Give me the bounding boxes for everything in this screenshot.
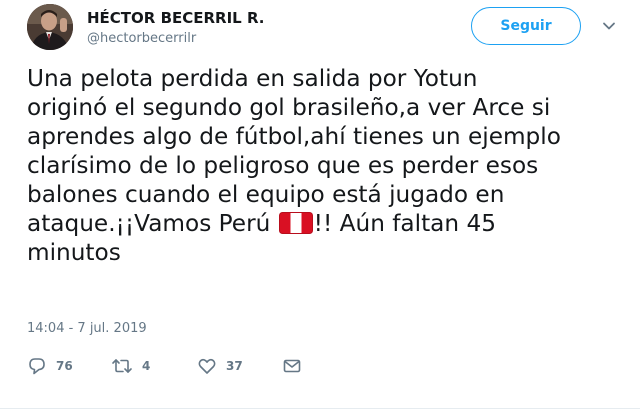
retweet-count: 4 (142, 359, 151, 373)
tweet-text-line-6: ataque.¡¡Vamos Perú !! Aún faltan 45 (27, 209, 627, 238)
chevron-down-icon[interactable] (601, 18, 617, 34)
avatar-photo (27, 4, 73, 50)
follow-button[interactable]: Seguir (471, 7, 581, 45)
tweet-text: Una pelota perdida en salida por Yotun o… (27, 64, 627, 267)
tweet-card: HÉCTOR BECERRIL R. @hectorbecerrilr Segu… (0, 0, 640, 409)
tweet-timestamp[interactable]: 14:04 - 7 jul. 2019 (27, 321, 147, 336)
reply-button[interactable]: 76 (27, 354, 73, 378)
tweet-text-segment: ataque.¡¡Vamos Perú (27, 210, 278, 237)
tweet-text-line: clarísimo de lo peligroso que es perder … (27, 152, 539, 179)
tweet-text-line: balones cuando el equipo está jugado en (27, 181, 505, 208)
reply-count: 76 (56, 359, 73, 373)
display-name[interactable]: HÉCTOR BECERRIL R. (87, 9, 265, 27)
like-button[interactable]: 37 (197, 354, 243, 378)
heart-icon (197, 356, 217, 376)
direct-message-button[interactable] (282, 354, 302, 378)
tweet-text-line: originó el segundo gol brasileño,a ver A… (27, 94, 551, 121)
tweet-text-line: minutos (27, 239, 121, 266)
tweet-text-line: aprendes algo de fútbol,ahí tienes un ej… (27, 123, 561, 150)
user-handle[interactable]: @hectorbecerrilr (87, 31, 196, 46)
envelope-icon (282, 356, 302, 376)
tweet-text-line: Una pelota perdida en salida por Yotun (27, 65, 478, 92)
tweet-text-segment: !! Aún faltan 45 (313, 210, 496, 237)
reply-icon (27, 356, 47, 376)
tweet-actions: 76 4 37 (27, 354, 427, 378)
retweet-icon (111, 356, 133, 376)
peru-flag-emoji-icon (278, 212, 313, 234)
retweet-button[interactable]: 4 (111, 354, 150, 378)
like-count: 37 (226, 359, 243, 373)
avatar[interactable] (27, 4, 73, 50)
